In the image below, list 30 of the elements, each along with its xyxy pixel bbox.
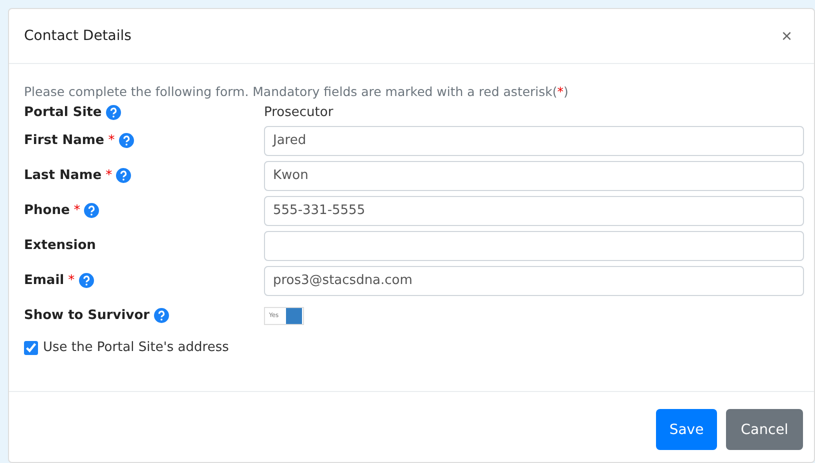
- field-label: First Name: [24, 133, 104, 148]
- input-field[interactable]: Kwon: [264, 160, 804, 190]
- close-button[interactable]: ×: [775, 26, 798, 46]
- checkbox[interactable]: [24, 340, 38, 354]
- field-label: Phone: [24, 203, 70, 218]
- help-icon[interactable]: [118, 133, 134, 148]
- input-field[interactable]: pros3@stacsdna.com: [264, 266, 804, 296]
- help-icon[interactable]: [116, 168, 132, 183]
- save-button[interactable]: Save: [656, 409, 717, 450]
- help-icon[interactable]: [78, 273, 94, 288]
- help-icon[interactable]: [84, 203, 100, 218]
- field-value: Prosecutor: [264, 104, 334, 120]
- dialog-title: Contact Details: [24, 28, 132, 44]
- field-label: Email: [24, 273, 64, 288]
- required-asterisk-icon: *: [68, 273, 75, 288]
- input-field[interactable]: 555-331-5555: [264, 196, 804, 226]
- field-label: Extension: [24, 238, 96, 253]
- field-label: Last Name: [24, 168, 102, 183]
- form-instructions: Please complete the following form. Mandatory fields are marked with a red asterisk(*): [24, 84, 570, 99]
- required-asterisk-icon: *: [74, 203, 80, 218]
- input-field[interactable]: Jared: [264, 126, 804, 156]
- required-asterisk-icon: *: [106, 168, 112, 183]
- input-field[interactable]: [264, 230, 804, 260]
- required-asterisk-icon: *: [108, 133, 115, 148]
- help-icon[interactable]: [154, 308, 169, 323]
- help-icon[interactable]: [106, 104, 121, 120]
- checkbox-label: Use the Portal Site's address: [43, 340, 229, 355]
- field-label: Portal Site: [24, 104, 102, 120]
- cancel-button[interactable]: Cancel: [726, 409, 803, 450]
- field-label: Show to Survivor: [24, 308, 150, 323]
